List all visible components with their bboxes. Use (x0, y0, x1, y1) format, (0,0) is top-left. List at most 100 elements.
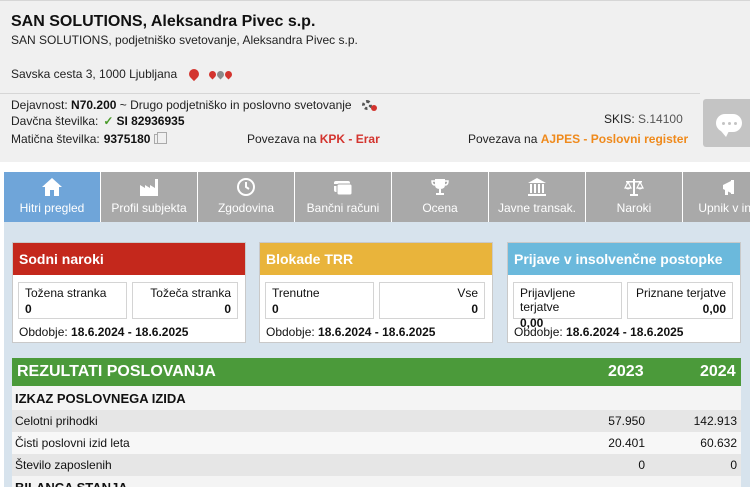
tab-label: Hitri pregled (19, 201, 85, 215)
company-name: SAN SOLUTIONS, Aleksandra Pivec s.p. (11, 13, 316, 30)
tab-naroki[interactable]: Naroki (586, 172, 682, 222)
registration-label: Matična številka: (11, 132, 100, 146)
results-title: REZULTATI POSLOVANJA (17, 363, 216, 380)
skis-row: SKIS: S.14100 (604, 112, 683, 126)
map-pin-icon[interactable] (187, 66, 202, 82)
claims-filed-label: Prijavljene terjatve (520, 286, 576, 314)
court-period: Obdobje: 18.6.2024 - 18.6.2025 (19, 325, 188, 339)
defendant-label: Tožena stranka (25, 286, 107, 300)
map-pins-icon[interactable] (207, 69, 234, 79)
all-blocks-value: 0 (471, 302, 478, 316)
current-blocks-cell: Trenutne 0 (265, 282, 374, 319)
tab-label: Bančni računi (306, 201, 380, 215)
account-blocks-title: Blokade TRR (260, 243, 492, 275)
period-label: Obdobje: (19, 325, 68, 339)
registration-number-row: Matična številka: 9375180 (11, 132, 168, 146)
defendant-value: 0 (25, 302, 32, 316)
skis-label: SKIS: (604, 112, 635, 126)
skis-value: S.14100 (638, 112, 683, 126)
tab-hitri-pregled[interactable]: Hitri pregled (4, 172, 100, 222)
registration-number: 9375180 (103, 132, 151, 146)
address-row: Savska cesta 3, 1000 Ljubljana (11, 66, 234, 82)
period-value: 18.6.2024 - 18.6.2025 (566, 325, 684, 339)
row-value-2023: 20.401 (608, 436, 645, 450)
period-label: Obdobje: (514, 325, 563, 339)
company-full-name: SAN SOLUTIONS, podjetniško svetovanje, A… (11, 33, 358, 47)
table-row: Število zaposlenih 0 0 (12, 454, 741, 476)
court-hearings-title: Sodni naroki (13, 243, 245, 275)
row-label: Celotni prihodki (15, 414, 98, 428)
period-label: Obdobje: (266, 325, 315, 339)
row-value-2024: 0 (730, 458, 737, 472)
tab-label: Javne transak. (497, 201, 577, 215)
kpk-prefix: Povezava na (247, 132, 317, 146)
copy-icon[interactable] (154, 132, 168, 144)
megaphone-icon (720, 177, 742, 197)
tab-bancni-racuni[interactable]: Bančni računi (295, 172, 391, 222)
home-icon (41, 177, 63, 197)
tax-number: SI 82936935 (116, 114, 185, 128)
row-value-2024: 60.632 (700, 436, 737, 450)
insolvency-card: Prijave v insolvenčne postopke Prijavlje… (507, 242, 741, 343)
row-value-2024: 142.913 (693, 414, 737, 428)
claims-recognized-value: 0,00 (702, 302, 726, 316)
chat-bubble-icon (716, 114, 742, 137)
tab-upnik-v-insolvenci[interactable]: Upnik v inso (683, 172, 750, 222)
defendant-cell: Tožena stranka 0 (18, 282, 127, 319)
all-blocks-cell: Vse 0 (379, 282, 485, 319)
plaintiff-value: 0 (224, 302, 231, 316)
current-blocks-value: 0 (272, 302, 279, 316)
ajpes-link[interactable]: AJPES - Poslovni register (541, 132, 688, 146)
scale-icon (623, 177, 645, 197)
table-row: Čisti poslovni izid leta 20.401 60.632 (12, 432, 741, 454)
activity-label: Dejavnost: (11, 98, 68, 112)
clock-icon (235, 177, 257, 197)
kpk-link[interactable]: KPK - Erar (320, 132, 380, 146)
tab-javne-transakcije[interactable]: Javne transak. (489, 172, 585, 222)
kpk-link-row: Povezava na KPK - Erar (247, 132, 380, 146)
plaintiff-cell: Tožeča stranka 0 (132, 282, 238, 319)
row-label: Čisti poslovni izid leta (15, 436, 130, 450)
insolvency-period: Obdobje: 18.6.2024 - 18.6.2025 (514, 325, 683, 339)
chat-button[interactable] (703, 99, 750, 147)
claims-recognized-label: Priznane terjatve (635, 286, 726, 300)
business-results-table: REZULTATI POSLOVANJA 2023 2024 IZKAZ POS… (12, 358, 741, 487)
tab-label: Naroki (616, 201, 652, 215)
quick-overview-panel: Sodni naroki Tožena stranka 0 Tožeča str… (4, 222, 750, 487)
building-icon (526, 177, 548, 197)
tax-label: Davčna številka: (11, 114, 99, 128)
period-value: 18.6.2024 - 18.6.2025 (71, 325, 189, 339)
tab-label: Profil subjekta (111, 201, 187, 215)
row-label: Število zaposlenih (15, 458, 112, 472)
tab-zgodovina[interactable]: Zgodovina (198, 172, 294, 222)
claims-recognized-cell: Priznane terjatve 0,00 (627, 282, 733, 319)
ajpes-prefix: Povezava na (468, 132, 538, 146)
current-blocks-label: Trenutne (272, 286, 320, 300)
balance-sheet-heading: BILANCA STANJA (12, 476, 741, 487)
activity-code: N70.200 (71, 98, 117, 112)
year-2023-header: 2023 (608, 363, 644, 380)
header-divider (0, 93, 700, 94)
tab-label: Upnik v inso (698, 201, 750, 215)
account-blocks-card: Blokade TRR Trenutne 0 Vse 0 Obdobje: 18… (259, 242, 493, 343)
all-blocks-label: Vse (457, 286, 478, 300)
income-statement-heading: IZKAZ POSLOVNEGA IZIDA (12, 386, 741, 410)
ajpes-link-row: Povezava na AJPES - Poslovni register (468, 132, 688, 146)
tab-label: Ocena (422, 201, 458, 215)
factory-icon (138, 177, 160, 197)
check-icon: ✓ (103, 114, 114, 128)
year-2024-header: 2024 (700, 363, 736, 380)
tab-label: Zgodovina (217, 201, 275, 215)
period-value: 18.6.2024 - 18.6.2025 (318, 325, 436, 339)
activity-description: ~ Drugo podjetniško in poslovno svetovan… (119, 98, 352, 112)
company-address: Savska cesta 3, 1000 Ljubljana (11, 67, 178, 81)
row-value-2023: 57.950 (608, 414, 645, 428)
tab-ocena[interactable]: Ocena (392, 172, 488, 222)
tax-number-row: Davčna številka: ✓ SI 82936935 (11, 114, 185, 128)
trophy-icon (429, 177, 451, 197)
claims-filed-cell: Prijavljene terjatve 0,00 (513, 282, 622, 330)
card-icon (332, 177, 354, 197)
insolvency-title: Prijave v insolvenčne postopke (508, 243, 740, 275)
tab-profil-subjekta[interactable]: Profil subjekta (101, 172, 197, 222)
gears-icon[interactable] (361, 100, 377, 111)
